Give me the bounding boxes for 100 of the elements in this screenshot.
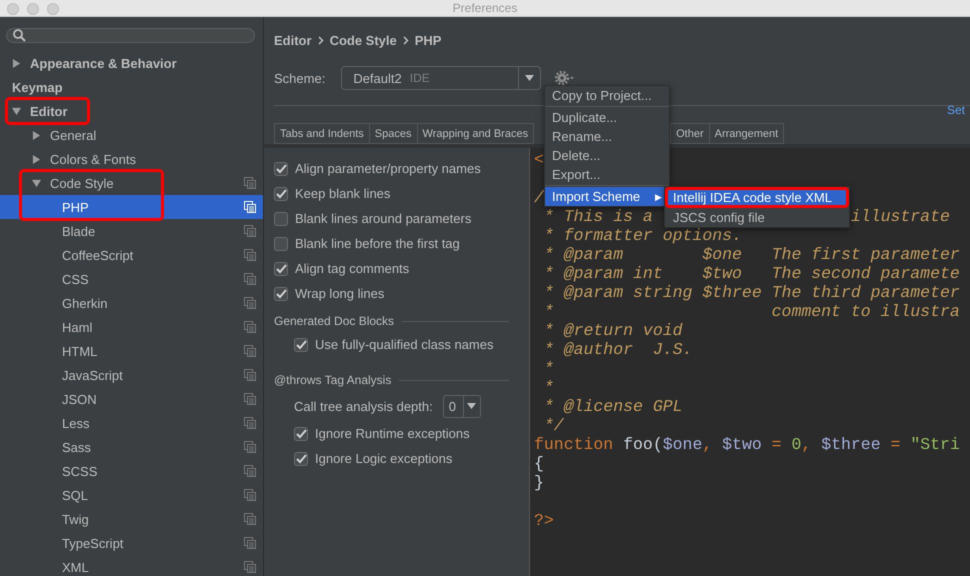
menu-item[interactable]: Delete... [545,146,669,165]
option-label: Keep blank lines [295,186,390,201]
tree-item[interactable]: PHP [0,195,263,219]
breadcrumb-item: Editor [274,33,312,48]
code-token: foo( [622,435,663,454]
code-token: } [534,473,544,492]
tab[interactable]: Arrangement [708,123,784,144]
code-token: * [542,378,554,397]
scheme-label: Scheme: [274,70,326,86]
menu-item[interactable]: Intellij IDEA code style XML [665,187,849,208]
tree-item[interactable]: General [0,123,263,147]
scheme-name: Default2 [353,70,402,86]
scheme-dropdown[interactable]: Default2 IDE [341,66,542,90]
set-link[interactable]: Set [946,103,965,117]
code-token: $two [722,435,762,454]
tree-item[interactable]: JavaScript [0,363,263,387]
tree-item[interactable]: Sass [0,435,263,459]
tree-item[interactable]: Blade [0,219,263,243]
tree-item[interactable]: SCSS [0,459,263,483]
tree-item[interactable]: CoffeeScript [0,243,263,267]
option-label: Wrap long lines [295,286,384,301]
checkbox[interactable] [274,212,288,226]
tree-item[interactable]: Colors & Fonts [0,147,263,171]
tree-item[interactable]: CSS [0,267,263,291]
depth-label: Call tree analysis depth: [294,398,433,414]
checkbox[interactable] [274,286,288,300]
tree-item[interactable]: Editor [0,99,263,123]
code-token: * This is a [542,207,653,226]
tree-item[interactable]: Twig [0,507,263,531]
checkbox[interactable] [274,236,288,250]
tab[interactable]: Wrapping and Braces [416,123,534,144]
group-title: Generated Doc Blocks [274,314,394,328]
caret-icon [525,75,534,81]
option-label: Align parameter/property names [295,161,481,176]
gear-icon[interactable] [555,71,576,85]
scheme-tag: IDE [410,70,430,86]
code-token: * [542,359,554,378]
chevron-icon [402,36,409,45]
code-token: "Stri [910,435,960,454]
collapse-arrow-icon[interactable] [32,178,41,188]
checkbox[interactable] [274,186,288,200]
tree-item[interactable]: JSON [0,387,263,411]
code-token: < [534,150,544,169]
menu-item[interactable]: JSCS config file [665,208,849,227]
menu-item[interactable]: Rename... [545,127,669,146]
code-token: * @param $one The first parameter [542,245,960,264]
checkbox[interactable] [294,452,308,466]
expand-arrow-icon[interactable] [32,130,41,140]
breadcrumb-item: PHP [414,33,442,48]
expand-arrow-icon[interactable] [32,154,41,164]
tab[interactable]: Spaces [368,123,416,144]
option-label: Align tag comments [295,261,410,276]
window-title: Preferences [452,1,518,15]
code-token: * @param int $two The second paramete [542,264,960,283]
tree-item[interactable]: Less [0,411,263,435]
code-token: ?> [534,511,554,530]
tree-item[interactable]: TypeScript [0,531,263,555]
tab[interactable]: Tabs and Indents [274,123,369,144]
option-label: Ignore Logic exceptions [315,451,452,466]
tree-item[interactable]: Gherkin [0,291,263,315]
tree-item[interactable]: HTML [0,339,263,363]
code-token: */ [542,416,564,435]
option-label: Blank lines around parameters [295,211,472,226]
menu-item[interactable]: Export... [545,165,669,184]
code-token: * @param string $three The third parameter [542,283,960,302]
code-token: $one [662,435,702,454]
code-token: 0 [791,435,802,454]
tree-item[interactable]: XML [0,555,263,576]
code-token: $three [821,435,881,454]
code-token: / [534,188,544,207]
tree-item[interactable]: SQL [0,483,263,507]
caret-icon [467,403,476,409]
option-label: Blank line before the first tag [295,236,460,251]
depth-dropdown[interactable]: 0 [442,394,481,418]
code-token: * @license GPL [542,397,683,416]
collapse-arrow-icon[interactable] [12,106,21,116]
group-title: @throws Tag Analysis [274,373,392,387]
expand-arrow-icon[interactable] [12,58,21,68]
search-field[interactable] [6,28,255,43]
chevron-icon [318,36,324,45]
tab[interactable]: Other [670,123,709,144]
code-token: * @author J.S. [542,340,692,359]
menu-item[interactable]: Copy to Project... [545,86,669,105]
tree-item[interactable]: Haml [0,315,263,339]
menu-item[interactable]: Duplicate... [545,108,669,127]
checkbox[interactable] [294,338,308,352]
code-token: * comment to illustra [542,302,960,321]
code-token: , [801,435,812,454]
tree-item[interactable]: Appearance & Behavior [0,51,263,75]
code-token: illustrate [850,207,950,226]
option-label: Use fully-qualified class names [315,337,494,352]
tree-item[interactable]: Keymap [0,75,263,99]
search-icon [13,29,26,42]
menu-item-label: Import Scheme [552,189,640,204]
submenu-arrow: ▶ [655,192,662,202]
checkbox[interactable] [274,162,288,176]
code-token: , [702,435,714,454]
checkbox[interactable] [294,426,308,440]
option-label: Ignore Runtime exceptions [315,426,470,441]
checkbox[interactable] [274,262,288,276]
